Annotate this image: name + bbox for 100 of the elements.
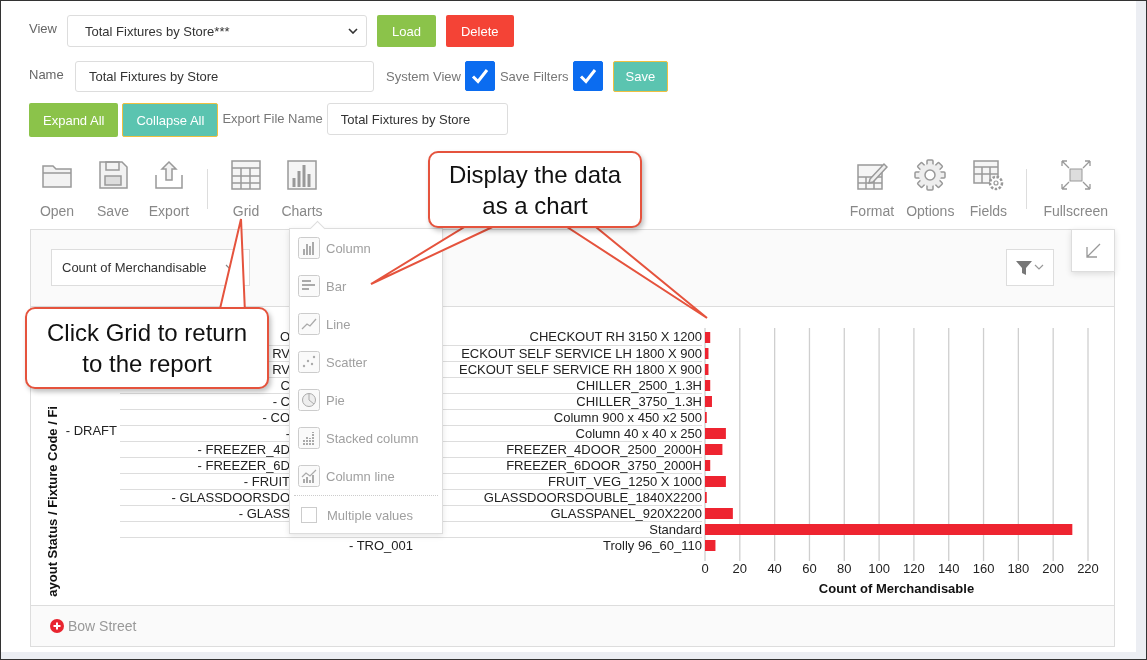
bar (705, 444, 723, 455)
toolbar-button[interactable]: Open (29, 159, 85, 219)
field-label: Name (29, 66, 65, 82)
bar (705, 508, 733, 519)
line-chart-icon (298, 313, 320, 335)
toolbar-button[interactable]: Format (843, 159, 901, 219)
column-chart-icon (298, 237, 320, 259)
toolbar-button[interactable]: Export (141, 159, 197, 219)
row-group-label: - FREEZER_4D (197, 442, 290, 457)
callout: Click Grid to return to the report (25, 307, 269, 389)
category-label: FRUIT_VEG_1250 X 1000 (548, 474, 702, 489)
toolbar-button[interactable]: Charts (274, 159, 330, 219)
tick-label: 140 (937, 561, 960, 576)
delete-button[interactable]: Delete (445, 15, 514, 47)
fullscreen-icon (1059, 159, 1092, 191)
row-group-label: RV (272, 346, 290, 361)
bar-chart-icon (286, 159, 318, 191)
row-group-label: C (280, 378, 290, 393)
save-icon (97, 159, 129, 191)
category-label: FREEZER_4DOOR_2500_2000H (506, 442, 702, 457)
toolbar-button[interactable]: Fields (960, 159, 1017, 219)
row-group-label: - FRUIT (243, 474, 290, 489)
collapse-button[interactable]: Collapse All (122, 103, 219, 137)
category-label: Standard (649, 522, 702, 537)
row-group-label: - C (272, 394, 290, 409)
name-field[interactable]: Total Fixtures by Store (75, 61, 374, 92)
row-group-label: - CO (262, 410, 290, 425)
menu-item[interactable]: Bar (290, 267, 442, 305)
category-label: FREEZER_6DOOR_3750_2000H (506, 458, 702, 473)
load-button[interactable]: Load (377, 15, 436, 47)
category-label: GLASSDOORSDOUBLE_1840X2200 (483, 490, 702, 505)
bar (705, 428, 726, 439)
expand-button[interactable]: Expand All (29, 103, 119, 137)
tick-label: 100 (868, 561, 890, 576)
export-icon (153, 159, 185, 191)
bar (705, 476, 726, 487)
save-button[interactable]: Save (612, 61, 669, 92)
category-label: Column 40 x 40 x 250 (575, 426, 702, 441)
tick-label: 80 (837, 561, 852, 576)
tick-label: 220 (1077, 561, 1099, 576)
field-label: Export File Name (222, 110, 323, 126)
checkbox[interactable] (464, 61, 495, 91)
category-label: ECKOUT SELF SERVICE LH 1800 X 900 (461, 346, 702, 361)
axis-title: Count of Merchandisable (818, 581, 975, 596)
view-select[interactable]: Total Fixtures by Store*** (67, 15, 367, 47)
category-label: CHILLER_2500_1.3H (576, 378, 702, 393)
row-group-label: - DRAFT (65, 422, 118, 438)
menu-item[interactable]: Pie (290, 381, 442, 419)
bar (705, 460, 711, 471)
row-group-label: O (279, 329, 290, 344)
add-icon[interactable] (50, 619, 64, 633)
category-label: CHECKOUT RH 3150 X 1200 (529, 329, 702, 344)
category-label: CHILLER_3750_1.3H (576, 394, 702, 409)
toolbar-button[interactable]: Grid (218, 159, 274, 219)
stacked-chart-icon (298, 427, 320, 449)
tick-label: 180 (1007, 561, 1030, 576)
category-label: GLASSPANEL_920X2200 (550, 506, 702, 521)
menu-item[interactable]: Multiple values (290, 496, 442, 534)
tick-label: 0 (702, 561, 709, 576)
bar-chart-icon (298, 275, 320, 297)
pie-chart-icon (298, 389, 320, 411)
bar (705, 364, 709, 375)
menu-item[interactable]: Column (290, 229, 442, 267)
tick-label: 160 (972, 561, 995, 576)
menu-item[interactable]: Stacked column (290, 419, 442, 457)
bar (705, 396, 712, 407)
row-group-label[interactable]: Bow Street (68, 618, 137, 634)
table-settings-icon (972, 159, 1005, 191)
minimize-icon (1084, 241, 1102, 260)
tick-label: 20 (732, 561, 748, 576)
row-group-label: RV (272, 362, 290, 377)
row-group-label: - GLASS (238, 506, 290, 521)
callout: Display the data as a chart (428, 151, 642, 228)
caret-icon (348, 28, 358, 34)
checkbox[interactable] (572, 61, 603, 91)
checkbox-label: System View (386, 68, 461, 84)
toolbar-button[interactable]: Fullscreen (1037, 159, 1114, 219)
category-label: ECKOUT SELF SERVICE RH 1800 X 900 (459, 362, 702, 377)
filter-button[interactable] (1006, 249, 1054, 286)
menu-item[interactable]: Column line (290, 457, 442, 495)
category-label: Column 900 x 450 x2 500 (553, 410, 702, 425)
export-name-field[interactable]: Total Fixtures by Store (326, 103, 508, 135)
tick-label: 60 (802, 561, 817, 576)
column-line-chart-icon (298, 465, 320, 487)
tick-label: 40 (767, 561, 782, 576)
row-group-label: - (285, 426, 290, 441)
category-label: Trolly 96_60_110 (603, 538, 702, 553)
bar (705, 380, 711, 391)
toolbar-button[interactable]: Save (85, 159, 141, 219)
row-group-label: - TRO_001 (348, 538, 413, 553)
toolbar-button[interactable]: Options (900, 159, 961, 219)
bar (705, 332, 711, 343)
row-group-label: - GLASSDOORSDO (171, 490, 290, 505)
row-group-label: - FREEZER_6D (197, 458, 290, 473)
grid-icon (230, 159, 262, 191)
menu-item[interactable]: Scatter (290, 343, 442, 381)
tick-label: 200 (1042, 561, 1065, 576)
menu-item[interactable]: Line (290, 305, 442, 343)
scatter-chart-icon (298, 351, 320, 373)
bar (705, 348, 709, 359)
